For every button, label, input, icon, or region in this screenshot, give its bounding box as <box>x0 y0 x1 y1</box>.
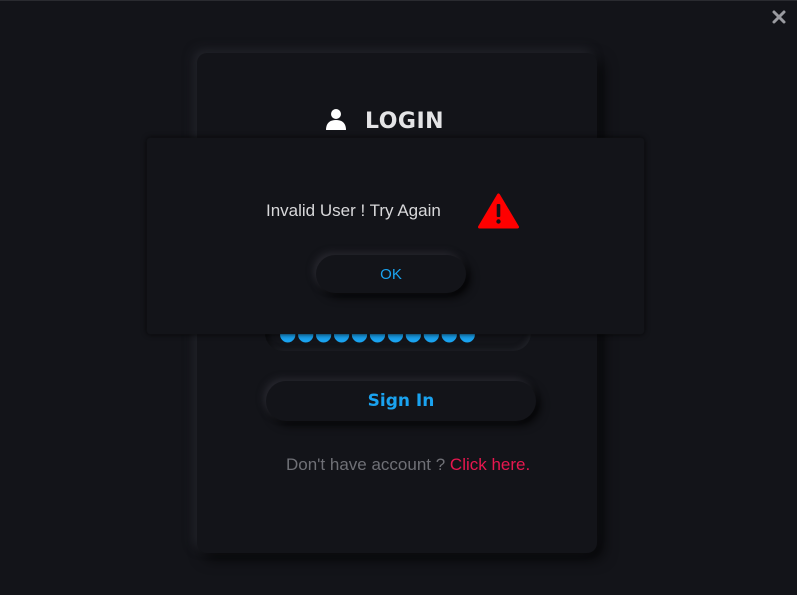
app-window: LOGIN ●●●●●●●●●●● Sign In Don't have acc… <box>0 0 797 595</box>
login-title: LOGIN <box>365 108 445 134</box>
login-header: LOGIN <box>325 105 444 137</box>
signup-prompt: Don't have account ? Click here. <box>286 455 530 475</box>
signup-question: Don't have account ? <box>286 455 450 474</box>
signup-link[interactable]: Click here. <box>450 455 530 474</box>
close-icon[interactable] <box>771 9 787 25</box>
user-icon <box>325 108 347 135</box>
sign-in-button[interactable]: Sign In <box>266 381 536 421</box>
ok-button[interactable]: OK <box>316 255 466 293</box>
warning-icon <box>478 193 519 229</box>
error-message: Invalid User ! Try Again <box>266 201 441 220</box>
error-dialog: Invalid User ! Try Again OK <box>147 138 644 334</box>
